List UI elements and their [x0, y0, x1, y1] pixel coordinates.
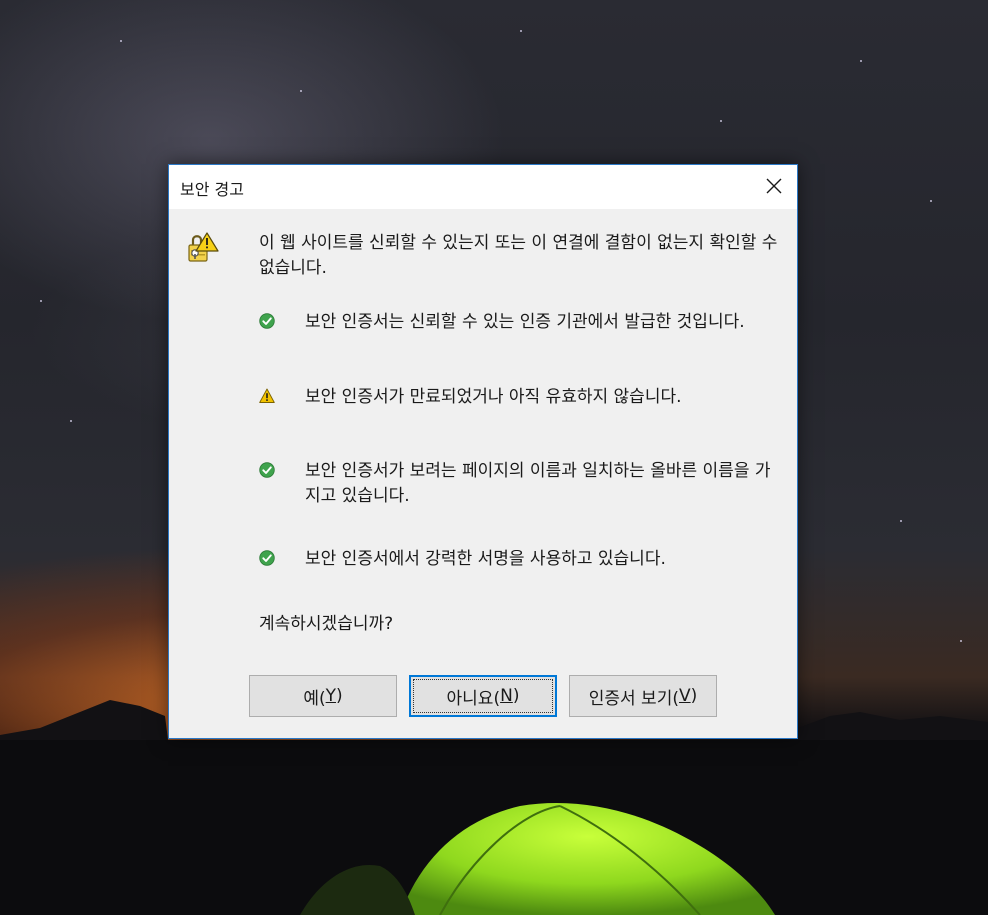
view-certificate-button[interactable]: 인증서 보기(V) [569, 675, 717, 717]
close-button[interactable] [751, 165, 797, 209]
yes-button-suffix: ) [336, 686, 343, 706]
close-icon [766, 178, 782, 194]
dialog-intro-text: 이 웹 사이트를 신뢰할 수 있는지 또는 이 연결에 결함이 없는지 확인할 … [259, 233, 778, 278]
certificate-check-text: 보안 인증서가 보려는 페이지의 이름과 일치하는 올바른 이름을 가지고 있습… [305, 461, 771, 506]
no-button-suffix: ) [512, 686, 520, 706]
no-button-label: 아니요( [446, 688, 501, 709]
certificate-check-text: 보안 인증서는 신뢰할 수 있는 인증 기관에서 발급한 것입니다. [305, 312, 745, 332]
green-check-icon [259, 462, 275, 478]
warning-triangle-icon [259, 388, 275, 403]
dialog-titlebar[interactable]: 보안 경고 [169, 165, 797, 209]
certificate-check-text: 보안 인증서가 만료되었거나 아직 유효하지 않습니다. [305, 387, 682, 407]
security-alert-dialog: 보안 경고 이 웹 사이트를 신뢰할 수 있는지 또는 이 연결에 결함이 없는… [168, 164, 798, 739]
yes-button-label: 예( [303, 688, 326, 709]
no-button[interactable]: 아니요(N) [409, 675, 557, 717]
view-certificate-button-suffix: ) [690, 686, 698, 706]
yes-button[interactable]: 예(Y) [249, 675, 397, 717]
continue-question: 계속하시겠습니까? [259, 614, 394, 634]
certificate-check-text: 보안 인증서에서 강력한 서명을 사용하고 있습니다. [305, 549, 666, 569]
dialog-title: 보안 경고 [180, 180, 244, 199]
no-button-mnemonic: N [500, 686, 513, 706]
view-certificate-button-mnemonic: V [678, 686, 691, 706]
yes-button-mnemonic: Y [325, 686, 337, 706]
lock-warning-icon [188, 232, 219, 262]
green-check-icon [259, 313, 275, 329]
view-certificate-button-label: 인증서 보기( [588, 688, 679, 709]
green-check-icon [259, 550, 275, 566]
